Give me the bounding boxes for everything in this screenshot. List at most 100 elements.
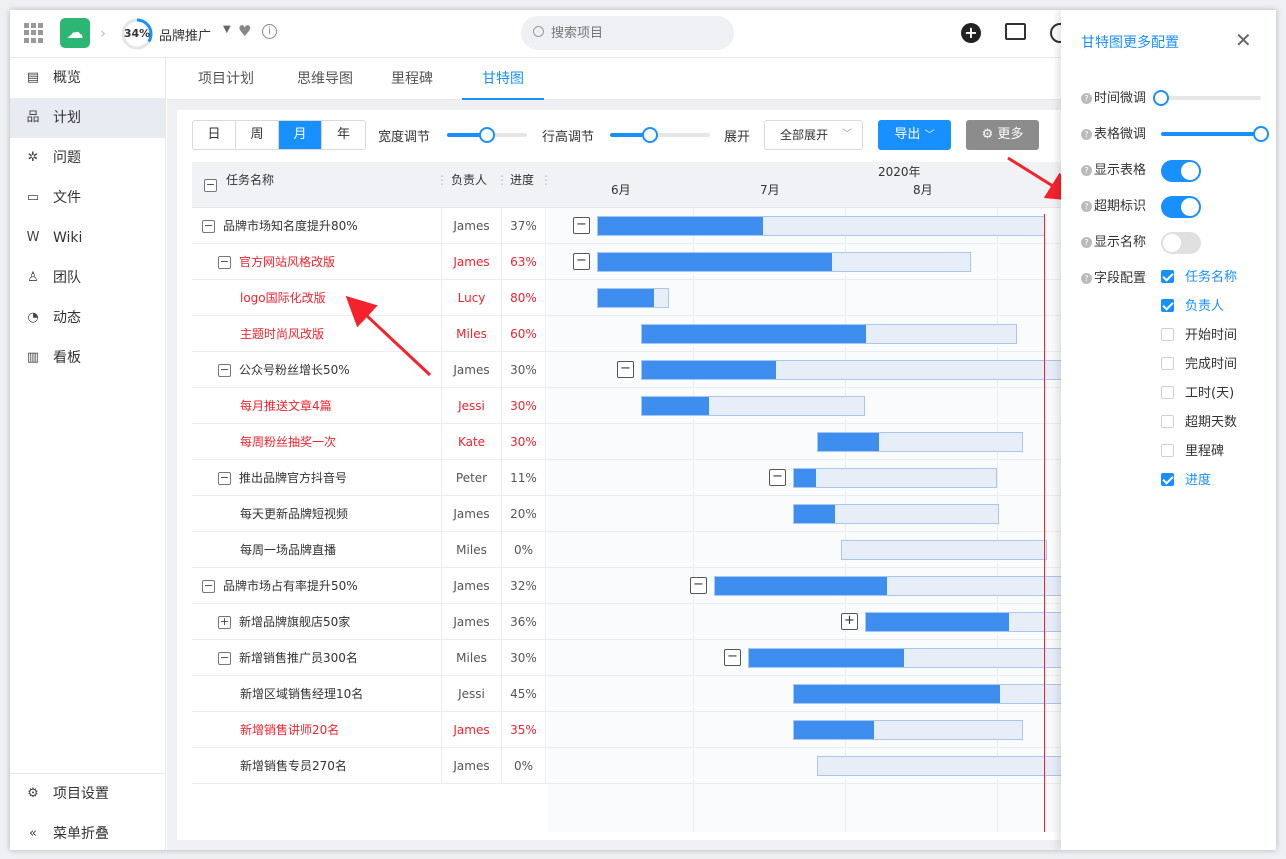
scale-month-button[interactable]: 月 — [279, 121, 322, 149]
task-name-cell[interactable]: 每周一场品牌直播 — [192, 532, 442, 568]
sidebar-item-6[interactable]: ◔ 动态 — [10, 298, 165, 338]
owner-cell[interactable]: Kate — [442, 424, 502, 460]
row-toggle-icon[interactable]: − — [202, 220, 215, 233]
export-button[interactable]: 导出 ﹀ — [878, 120, 951, 150]
sidebar-item-0[interactable]: ▤ 概览 — [10, 58, 165, 98]
owner-cell[interactable]: Miles — [442, 532, 502, 568]
checkbox-icon[interactable] — [1161, 415, 1174, 428]
project-name[interactable]: 品牌推广 — [159, 25, 211, 44]
width-adjust-slider[interactable] — [447, 127, 527, 143]
field-checkbox[interactable]: 工时(天) — [1161, 384, 1234, 404]
owner-cell[interactable]: James — [442, 352, 502, 388]
field-checkbox[interactable]: 负责人 — [1161, 297, 1224, 317]
column-resize-handle[interactable]: ⋮ — [496, 162, 508, 208]
task-name-cell[interactable]: 主题时尚风改版 — [192, 316, 442, 352]
help-icon[interactable]: ? — [1081, 93, 1092, 104]
cloud-logo-icon[interactable]: ☁ — [60, 18, 90, 48]
table-adjust-slider[interactable] — [1161, 126, 1269, 142]
project-settings-button[interactable]: ⚙ 项目设置 — [10, 774, 166, 814]
field-checkbox[interactable]: 任务名称 — [1161, 268, 1237, 288]
owner-cell[interactable]: James — [442, 496, 502, 532]
row-height-slider[interactable] — [610, 127, 710, 143]
task-name-cell[interactable]: 每月推送文章4篇 — [192, 388, 442, 424]
owner-cell[interactable]: Jessi — [442, 676, 502, 712]
task-name-cell[interactable]: + 新增品牌旗舰店50家 — [192, 604, 442, 640]
help-icon[interactable]: ? — [1081, 165, 1092, 176]
task-name-cell[interactable]: 新增销售讲师20名 — [192, 712, 442, 748]
sidebar-item-1[interactable]: 品计划 — [10, 98, 165, 138]
help-icon[interactable]: ? — [1081, 273, 1092, 284]
tab-mind-map[interactable]: 思维导图 — [284, 58, 366, 100]
owner-cell[interactable]: Miles — [442, 640, 502, 676]
checkbox-icon[interactable] — [1161, 386, 1174, 399]
row-toggle-icon[interactable]: + — [218, 616, 231, 629]
info-icon[interactable]: i — [262, 24, 277, 39]
scale-week-button[interactable]: 周 — [236, 121, 279, 149]
overdue-switch[interactable] — [1161, 196, 1201, 218]
owner-cell[interactable]: James — [442, 604, 502, 640]
search-input[interactable] — [521, 16, 734, 50]
time-adjust-slider[interactable] — [1153, 90, 1261, 106]
collapse-menu-button[interactable]: « 菜单折叠 — [10, 814, 166, 850]
owner-cell[interactable]: James — [442, 712, 502, 748]
owner-cell[interactable]: Miles — [442, 316, 502, 352]
field-checkbox[interactable]: 超期天数 — [1161, 413, 1237, 433]
row-toggle-icon[interactable]: − — [218, 652, 231, 665]
sidebar-item-5[interactable]: ♙ 团队 — [10, 258, 165, 298]
task-name-cell[interactable]: 新增区域销售经理10名 — [192, 676, 442, 712]
checkbox-icon[interactable] — [1161, 328, 1174, 341]
row-toggle-icon[interactable]: − — [218, 472, 231, 485]
owner-cell[interactable]: James — [442, 208, 502, 244]
field-checkbox[interactable]: 里程碑 — [1161, 442, 1224, 462]
task-name-cell[interactable]: − 品牌市场占有率提升50% — [192, 568, 442, 604]
scale-day-button[interactable]: 日 — [193, 121, 236, 149]
column-header-owner[interactable]: 负责人 — [451, 162, 487, 208]
folder-open-icon[interactable] — [1005, 23, 1026, 40]
sidebar-item-3[interactable]: ▭ 文件 — [10, 178, 165, 218]
checkbox-icon[interactable] — [1161, 299, 1174, 312]
column-resize-handle[interactable]: ⋮ — [436, 162, 448, 208]
field-checkbox[interactable]: 开始时间 — [1161, 326, 1237, 346]
heart-icon[interactable]: ♥ — [238, 22, 251, 40]
help-icon[interactable]: ? — [1081, 237, 1092, 248]
task-name-cell[interactable]: logo国际化改版 — [192, 280, 442, 316]
row-toggle-icon[interactable]: − — [218, 256, 231, 269]
task-name-cell[interactable]: 新增销售专员270名 — [192, 748, 442, 784]
owner-cell[interactable]: Jessi — [442, 388, 502, 424]
owner-cell[interactable]: James — [442, 244, 502, 280]
expand-select[interactable]: 全部展开 ﹀ — [764, 120, 863, 150]
task-name-cell[interactable]: − 官方网站风格改版 — [192, 244, 442, 280]
owner-cell[interactable]: Peter — [442, 460, 502, 496]
checkbox-icon[interactable] — [1161, 444, 1174, 457]
sidebar-item-7[interactable]: ▥ 看板 — [10, 338, 165, 378]
task-name-cell[interactable]: − 推出品牌官方抖音号 — [192, 460, 442, 496]
apps-grid-icon[interactable] — [24, 23, 44, 43]
close-icon[interactable]: ✕ — [1235, 28, 1252, 52]
owner-cell[interactable]: Lucy — [442, 280, 502, 316]
owner-cell[interactable]: James — [442, 748, 502, 784]
caret-down-icon[interactable]: ▼ — [223, 24, 231, 35]
row-toggle-icon[interactable]: − — [202, 580, 215, 593]
checkbox-icon[interactable] — [1161, 357, 1174, 370]
sidebar-item-4[interactable]: W Wiki — [10, 218, 165, 258]
column-resize-handle[interactable]: ⋮ — [540, 162, 552, 208]
checkbox-icon[interactable] — [1161, 270, 1174, 283]
add-icon[interactable]: + — [961, 23, 981, 43]
help-icon[interactable]: ? — [1081, 201, 1092, 212]
checkbox-icon[interactable] — [1161, 473, 1174, 486]
row-toggle-icon[interactable]: − — [218, 364, 231, 377]
scale-year-button[interactable]: 年 — [322, 121, 365, 149]
show-table-switch[interactable] — [1161, 160, 1201, 182]
task-name-cell[interactable]: − 品牌市场知名度提升80% — [192, 208, 442, 244]
collapse-all-toggle[interactable]: − — [204, 167, 225, 213]
help-icon[interactable]: ? — [1081, 129, 1092, 140]
column-header-progress[interactable]: 进度 — [510, 162, 534, 208]
task-name-cell[interactable]: − 公众号粉丝增长50% — [192, 352, 442, 388]
sidebar-item-2[interactable]: ✲ 问题 — [10, 138, 165, 178]
task-name-cell[interactable]: 每天更新品牌短视频 — [192, 496, 442, 532]
task-name-cell[interactable]: − 新增销售推广员300名 — [192, 640, 442, 676]
tab-gantt[interactable]: 甘特图 — [462, 58, 544, 100]
tab-project-plan[interactable]: 项目计划 — [185, 58, 267, 100]
tab-milestones[interactable]: 里程碑 — [375, 58, 449, 100]
field-checkbox[interactable]: 完成时间 — [1161, 355, 1237, 375]
